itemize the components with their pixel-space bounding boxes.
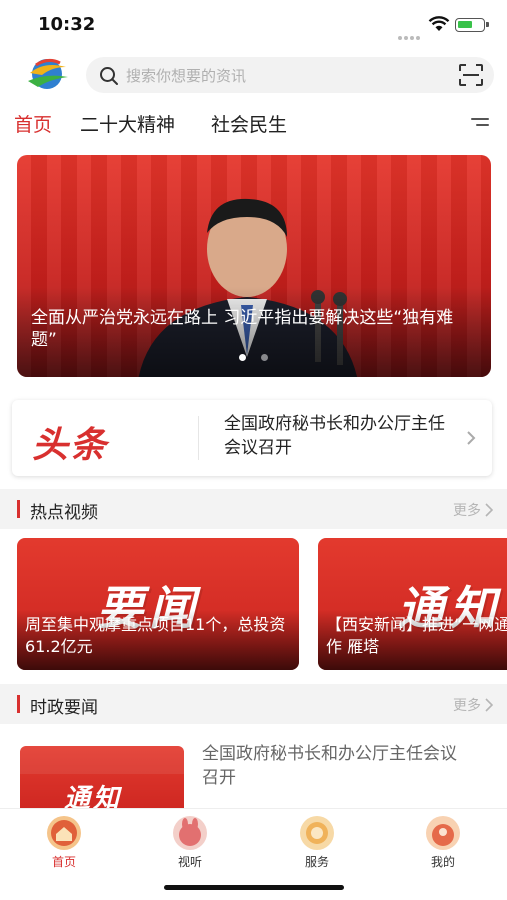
battery-icon xyxy=(455,18,489,32)
section-politics: 时政要闻 更多 xyxy=(0,684,507,724)
search-placeholder: 搜索你想要的资讯 xyxy=(126,67,247,85)
tab-home[interactable]: 首页 xyxy=(14,110,52,137)
news-thumb-text: 通知 xyxy=(64,784,123,810)
chevron-right-icon xyxy=(466,430,476,450)
nav-home[interactable]: 首页 xyxy=(24,815,104,871)
section-title: 时政要闻 xyxy=(30,698,98,718)
status-bar: 10:32 xyxy=(0,0,507,50)
nav-label: 服务 xyxy=(304,855,329,869)
video-list: 要闻 周至集中观摩重点项目11个，总投资61.2亿元 通知 【西安新闻】推进“一… xyxy=(0,538,507,670)
chevron-right-icon xyxy=(485,697,494,716)
search-bar[interactable]: 搜索你想要的资讯 xyxy=(86,57,494,93)
nav-service[interactable]: 服务 xyxy=(277,815,357,871)
media-icon xyxy=(172,815,208,851)
news-title: 全国政府秘书长和办公厅主任会议召开 xyxy=(202,744,457,788)
pager-dot-active xyxy=(239,354,246,361)
channel-tabs: 首页 二十大精神 社会民生 xyxy=(0,108,507,142)
video-card[interactable]: 要闻 周至集中观摩重点项目11个，总投资61.2亿元 xyxy=(17,538,299,670)
section-title: 热点视频 xyxy=(30,503,98,523)
pager-dot xyxy=(261,354,268,361)
nav-label: 我的 xyxy=(430,855,455,869)
video-card[interactable]: 通知 【西安新闻】推进“一网通一落地”工作 雁塔 xyxy=(318,538,507,670)
tab-twentieth-congress[interactable]: 二十大精神 xyxy=(80,110,175,137)
section-hot-videos: 热点视频 更多 xyxy=(0,489,507,529)
tab-livelihood[interactable]: 社会民生 xyxy=(211,110,287,137)
profile-icon xyxy=(425,815,461,851)
headline-tag: 头条 xyxy=(32,424,109,466)
banner-carousel[interactable]: 全面从严治党永远在路上 习近平指出要解决这些“独有难题” xyxy=(17,155,491,377)
nav-media[interactable]: 视听 xyxy=(150,815,230,871)
more-link[interactable]: 更多 xyxy=(453,695,481,715)
nav-profile[interactable]: 我的 xyxy=(403,815,483,871)
news-list-item[interactable]: 通知 全国政府秘书长和办公厅主任会议召开 xyxy=(0,730,507,810)
home-icon xyxy=(46,815,82,851)
news-thumbnail: 通知 xyxy=(20,746,184,810)
video-caption: 【西安新闻】推进“一网通一落地”工作 雁塔 xyxy=(326,615,507,656)
headline-card[interactable]: 头条 全国政府秘书长和办公厅主任会议召开 xyxy=(12,400,492,476)
more-link[interactable]: 更多 xyxy=(453,500,481,520)
search-icon xyxy=(98,65,120,91)
chevron-right-icon xyxy=(485,502,494,521)
wifi-icon xyxy=(428,16,450,36)
channel-menu-icon[interactable] xyxy=(471,118,489,130)
app-screen: 10:32 搜索你想要的资讯 首页 二十大精神 社会民生 全面从严治党永远在路上… xyxy=(0,0,507,900)
scan-icon[interactable] xyxy=(458,63,484,91)
status-time: 10:32 xyxy=(38,14,96,35)
app-logo[interactable] xyxy=(22,53,72,95)
nav-label: 首页 xyxy=(51,855,76,869)
service-icon xyxy=(299,815,335,851)
banner-caption: 全面从严治党永远在路上 习近平指出要解决这些“独有难题” xyxy=(31,308,454,350)
home-indicator[interactable] xyxy=(164,885,344,890)
signal-icon xyxy=(398,25,422,40)
nav-label: 视听 xyxy=(177,855,202,869)
headline-text: 全国政府秘书长和办公厅主任会议召开 xyxy=(224,414,445,458)
video-caption: 周至集中观摩重点项目11个，总投资61.2亿元 xyxy=(25,615,286,656)
